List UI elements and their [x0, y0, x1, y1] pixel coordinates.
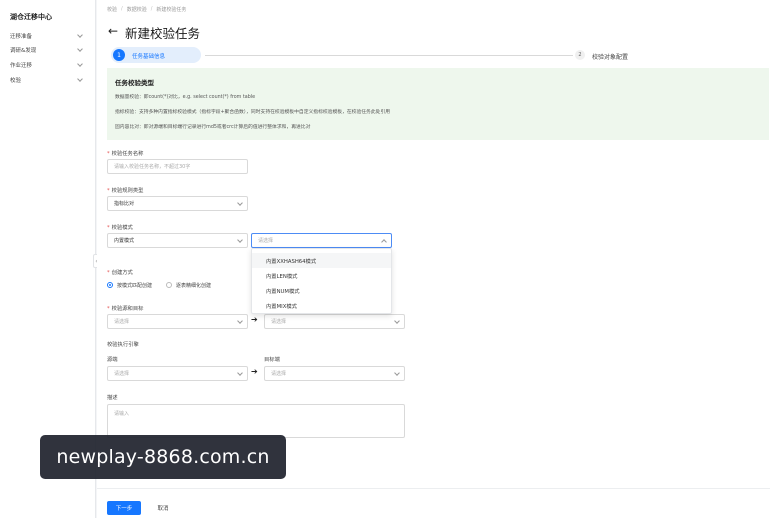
info-line: 指标校验：支持多种内置指标校验模式（指标字段+聚合函数），同时支持在校验模板中自… — [115, 110, 391, 115]
sidebar-item-validation[interactable]: 校验 — [10, 74, 86, 86]
sidebar-item-label: 作业迁移 — [10, 63, 33, 69]
radio-label: 逐表精细化创建 — [176, 283, 212, 289]
engine-target-select[interactable]: 请选择 — [264, 366, 405, 381]
chevron-down-icon — [77, 61, 83, 67]
step-connector — [205, 55, 573, 56]
step-2-number: 2 — [575, 50, 585, 60]
breadcrumb-separator: / — [121, 6, 123, 12]
chevron-down-icon — [77, 46, 83, 52]
engine-source-label: 源端 — [107, 357, 118, 363]
breadcrumb-separator: / — [150, 6, 153, 12]
arrow-right-icon: ➔ — [251, 315, 258, 324]
dropdown-option-num[interactable]: 内置NUM模式 — [252, 283, 391, 298]
dropdown-option-xxhash64[interactable]: 内置XXHASH64模式 — [252, 253, 391, 268]
engine-source-select[interactable]: 请选择 — [107, 366, 248, 381]
arrow-right-icon: ➔ — [251, 367, 258, 376]
radio-table-create[interactable] — [166, 282, 172, 288]
info-line: 数据量校验：即count(*)对比，e.g. select count(*) f… — [115, 95, 256, 100]
chevron-down-icon — [237, 200, 243, 206]
watermark-overlay: newplay-8868.com.cn — [40, 435, 286, 479]
back-arrow-icon[interactable]: ← — [108, 24, 118, 38]
source-select[interactable]: 请选择 — [107, 314, 248, 329]
chevron-down-icon — [237, 370, 243, 376]
dropdown-option-mix[interactable]: 内置MIX模式 — [252, 298, 391, 313]
chevron-down-icon — [77, 76, 83, 82]
radio-label: 按模式匹配创建 — [117, 283, 153, 289]
check-mode-label: * 校验模式 — [107, 225, 133, 231]
step-1-number: 1 — [113, 49, 125, 61]
check-mode-sub-select[interactable]: 请选择 — [251, 233, 392, 248]
breadcrumb-item[interactable]: 校验 — [107, 6, 117, 13]
task-name-label: * 校验任务名称 — [107, 151, 144, 157]
chevron-down-icon — [237, 237, 243, 243]
sidebar-item-label: 调研&发现 — [10, 48, 37, 54]
cancel-button[interactable]: 取消 — [149, 501, 177, 515]
chevron-down-icon — [237, 318, 243, 324]
info-panel: 任务校验类型 数据量校验：即count(*)对比，e.g. select cou… — [107, 68, 769, 140]
chevron-up-icon — [381, 239, 387, 245]
info-line: 固内容比对：即对源端和目标端行记录进行md5或者crc计算后的值进行整体求和，再… — [115, 125, 311, 130]
sidebar-item-job-migration[interactable]: 作业迁移 — [10, 59, 86, 71]
dropdown-option-len[interactable]: 内置LEN模式 — [252, 268, 391, 283]
sidebar-item-migration-prep[interactable]: 迁移准备 — [10, 30, 86, 42]
radio-pattern-create[interactable] — [107, 282, 113, 288]
step-1-label: 任务基础信息 — [132, 54, 166, 60]
task-name-input[interactable]: 请输入校验任务名称，不超过30字 — [107, 159, 248, 174]
check-mode-select[interactable]: 内置模式 — [107, 233, 248, 248]
description-label: 描述 — [107, 395, 118, 401]
engine-label: 校验执行引擎 — [107, 342, 139, 348]
rule-type-label: * 校验规则类型 — [107, 188, 144, 194]
chevron-down-icon — [394, 318, 400, 324]
sidebar-item-label: 迁移准备 — [10, 34, 33, 40]
target-select[interactable]: 请选择 — [264, 314, 405, 329]
step-2-label: 校验对象配置 — [592, 54, 629, 61]
breadcrumb-item[interactable]: 数据校验 — [127, 6, 147, 13]
info-title: 任务校验类型 — [115, 79, 154, 87]
chevron-down-icon — [77, 32, 83, 38]
page-title: 新建校验任务 — [125, 26, 201, 41]
create-method-label: * 创建方式 — [107, 270, 133, 276]
breadcrumb-item: 新建校验任务 — [156, 7, 187, 13]
rule-type-select[interactable]: 指标比对 — [107, 196, 248, 211]
breadcrumb: 校验 / 数据校验 / 新建校验任务 — [107, 6, 186, 13]
next-button[interactable]: 下一步 — [107, 501, 141, 515]
sidebar-title: 湖仓迁移中心 — [10, 13, 52, 21]
footer-bar: 下一步 取消 — [97, 488, 770, 518]
source-target-label: * 校验源和目标 — [107, 306, 144, 312]
chevron-down-icon — [394, 370, 400, 376]
check-mode-dropdown: 内置XXHASH64模式 内置LEN模式 内置NUM模式 内置MIX模式 — [251, 248, 392, 314]
sidebar-item-discovery[interactable]: 调研&发现 — [10, 44, 86, 56]
engine-target-label: 目标端 — [264, 357, 280, 363]
description-textarea[interactable]: 请输入 — [107, 404, 405, 438]
sidebar-item-label: 校验 — [10, 78, 22, 84]
